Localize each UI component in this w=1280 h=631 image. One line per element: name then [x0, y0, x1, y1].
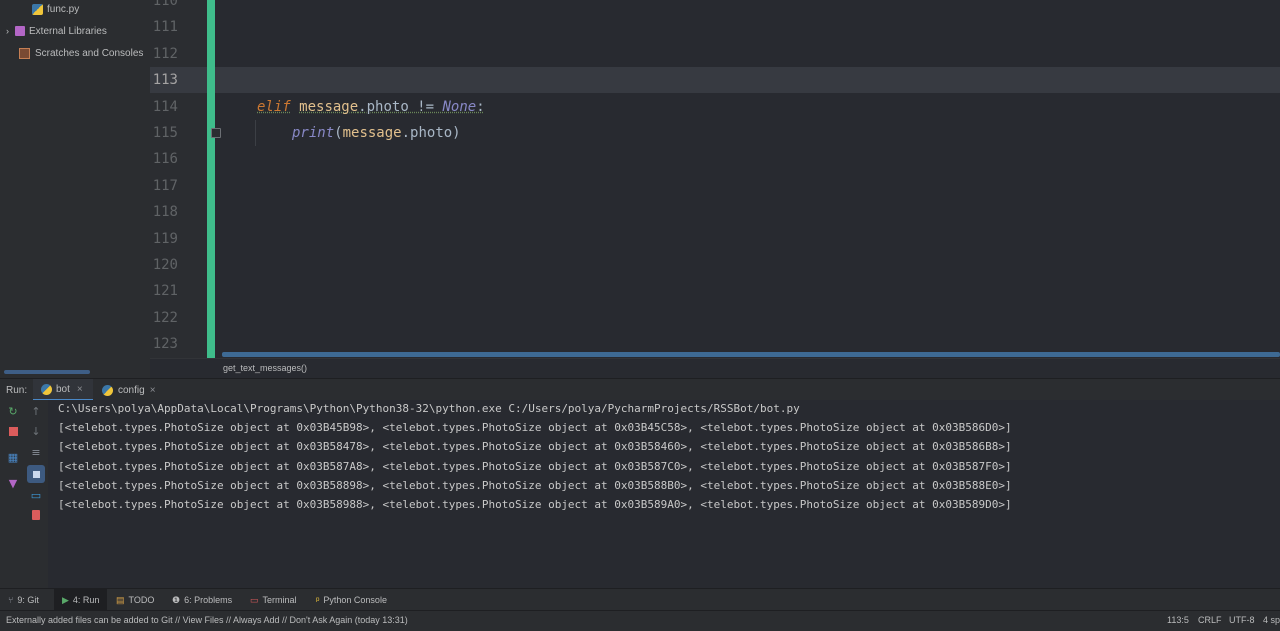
trash-icon[interactable] [29, 508, 43, 522]
tool-window-bar: ⑂ 9: Git ▶ 4: Run ▤ TODO ❶ 6: Problems ▭ Term… [0, 588, 1280, 611]
breadcrumb-function[interactable]: get_text_messages() [223, 363, 307, 373]
up-arrow-icon[interactable]: ↑ [29, 404, 43, 418]
fold-marker-icon[interactable] [211, 128, 221, 138]
line-number: 113 [152, 72, 178, 89]
file-encoding[interactable]: UTF-8 [1229, 615, 1255, 625]
editor-area[interactable] [215, 0, 1280, 358]
line-number: 118 [152, 204, 178, 221]
run-tab-config[interactable]: config × [102, 379, 156, 401]
layout-icon[interactable]: ▦ [6, 450, 20, 464]
indent-guide [255, 120, 256, 146]
project-item-label: Scratches and Consoles [35, 47, 144, 59]
line-number: 117 [152, 177, 178, 194]
tab-run[interactable]: ▶ 4: Run [54, 589, 108, 611]
console-line: C:\Users\polya\AppData\Local\Programs\Py… [58, 402, 800, 415]
caret-position[interactable]: 113:5 [1167, 615, 1189, 625]
project-item-scratches[interactable]: Scratches and Consoles [19, 42, 143, 64]
todo-icon: ▤ [116, 594, 125, 605]
tab-python-console[interactable]: ᵖ Python Console [316, 589, 387, 611]
scroll-to-end-icon[interactable] [27, 465, 45, 483]
terminal-icon: ▭ [250, 594, 259, 605]
tab-label: 6: Problems [184, 595, 233, 605]
builtin-print: print [292, 125, 335, 141]
tab-terminal[interactable]: ▭ Terminal [250, 589, 297, 611]
print-icon[interactable]: ▭ [29, 488, 43, 502]
console-line: [<telebot.types.PhotoSize object at 0x03… [58, 478, 1012, 492]
console-line: [<telebot.types.PhotoSize object at 0x03… [58, 421, 1012, 435]
line-separator[interactable]: CRLF [1198, 615, 1222, 625]
project-panel: func.py › External Libraries Scratches a… [0, 0, 150, 378]
tab-todo[interactable]: ▤ TODO [116, 589, 154, 611]
tab-label: Python Console [323, 595, 387, 605]
line-number: 111 [152, 19, 178, 36]
run-tab-label: bot [56, 383, 70, 395]
line-number: 120 [152, 257, 178, 273]
project-item-external-libraries[interactable]: › External Libraries [6, 20, 107, 42]
run-tab-label: config [118, 384, 145, 396]
python-file-icon [41, 383, 52, 395]
run-label: Run: [6, 384, 28, 396]
tab-label: TODO [128, 595, 155, 605]
code-attr: .photo != [358, 99, 443, 115]
down-arrow-icon[interactable]: ↓ [29, 424, 43, 438]
line-number: 123 [152, 336, 178, 353]
python-file-icon [32, 3, 43, 15]
code-paren: ( [334, 125, 343, 141]
project-scrollbar[interactable] [4, 370, 90, 374]
console-line: [<telebot.types.PhotoSize object at 0x03… [58, 498, 1012, 511]
console-line: [<telebot.types.PhotoSize object at 0x03… [58, 459, 1012, 473]
line-number: 119 [152, 230, 178, 247]
line-number: 115 [152, 125, 178, 141]
chevron-right-icon: › [6, 26, 9, 36]
tab-label: 9: Git [17, 595, 39, 605]
line-number: 121 [152, 283, 178, 300]
code-rest: .photo) [401, 125, 461, 141]
status-message[interactable]: Externally added files can be added to G… [6, 615, 408, 625]
line-number: 122 [152, 309, 178, 326]
code-line-114[interactable]: elif message.photo != None: [257, 94, 485, 120]
vcs-change-marker [207, 0, 215, 358]
breadcrumb[interactable]: get_text_messages() [150, 358, 1280, 379]
run-side-toolbar: ↻ ↑ ↓ ≡ ▦ ▼ ▭ [0, 400, 48, 588]
editor-horizontal-scrollbar[interactable] [222, 352, 1280, 357]
git-icon: ⑂ [8, 595, 14, 605]
soft-wrap-icon[interactable]: ≡ [29, 445, 43, 459]
project-item-label: External Libraries [29, 25, 107, 37]
current-line-highlight [150, 67, 1280, 93]
library-icon [15, 26, 25, 36]
run-icon: ▶ [62, 594, 69, 605]
code-line-115[interactable]: print(message.photo) [292, 120, 461, 146]
tab-git[interactable]: ⑂ 9: Git [8, 589, 39, 611]
run-toolbar: Run: bot × config × [0, 378, 1280, 401]
problems-icon: ❶ [172, 594, 181, 605]
line-number: 114 [152, 98, 178, 115]
stop-icon[interactable] [6, 424, 20, 438]
line-number: 112 [152, 45, 178, 62]
tab-label: Terminal [262, 595, 297, 605]
run-tab-bot[interactable]: bot × [33, 379, 93, 401]
rerun-icon[interactable]: ↻ [6, 404, 20, 418]
tab-label: 4: Run [72, 595, 100, 605]
tab-problems[interactable]: ❶ 6: Problems [172, 589, 232, 611]
pin-icon[interactable]: ▼ [6, 476, 20, 490]
close-icon[interactable]: × [150, 385, 156, 396]
line-number: 110 [152, 0, 178, 9]
code-colon: : [476, 99, 485, 115]
python-console-icon: ᵖ [316, 595, 320, 605]
console-line: [<telebot.types.PhotoSize object at 0x03… [58, 440, 1012, 454]
keyword-elif: elif [257, 99, 291, 115]
keyword-none: None [442, 99, 477, 115]
variable-message: message [342, 125, 402, 141]
close-icon[interactable]: × [77, 384, 83, 395]
scratches-icon [19, 47, 30, 59]
line-number: 116 [152, 151, 178, 168]
python-file-icon [102, 384, 113, 396]
project-item-label: func.py [47, 3, 80, 15]
variable-message: message [299, 99, 359, 115]
project-item-func-py[interactable]: func.py [32, 0, 79, 20]
indent-setting[interactable]: 4 sp [1263, 615, 1280, 625]
status-bar: Externally added files can be added to G… [0, 610, 1280, 631]
